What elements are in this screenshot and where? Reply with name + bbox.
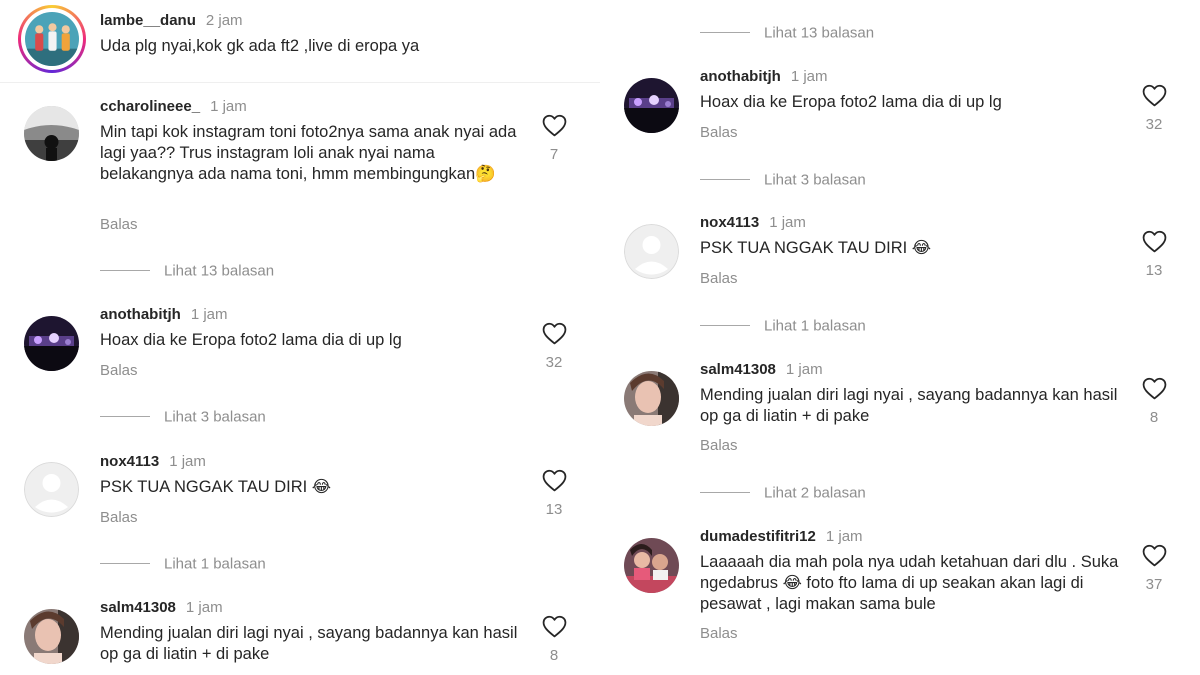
avatar: [25, 12, 79, 66]
story-ring[interactable]: [18, 5, 86, 73]
comment-text: Uda plg nyai,kok gk ada ft2 ,live di ero…: [100, 37, 420, 55]
divider: [0, 82, 600, 83]
comment-text: Hoax dia ke Eropa foto2 lama dia di up l…: [100, 331, 402, 349]
view-replies-label: Lihat 1 balasan: [764, 317, 866, 335]
heart-outline-icon[interactable]: [1142, 544, 1167, 567]
timestamp: 1 jam: [790, 68, 828, 85]
comments-panel-right: Lihat 13 balasan anothabitjh 1 jam Hoax d…: [600, 0, 1200, 675]
view-replies-button[interactable]: Lihat 13 balasan: [100, 262, 274, 282]
view-replies-label: Lihat 3 balasan: [764, 171, 866, 189]
view-replies-button[interactable]: Lihat 3 balasan: [100, 408, 266, 428]
avatar[interactable]: [624, 538, 679, 593]
username[interactable]: ccharolineee_: [100, 98, 200, 115]
like-button[interactable]: 32: [536, 322, 572, 371]
view-replies-button[interactable]: Lihat 2 balasan: [700, 484, 866, 504]
like-count: 13: [1145, 262, 1163, 279]
view-replies-button[interactable]: Lihat 1 balasan: [700, 317, 866, 337]
comment-text: PSK TUA NGGAK TAU DIRI 😂: [100, 478, 332, 496]
heart-outline-icon[interactable]: [1142, 377, 1167, 400]
timestamp: 1 jam: [769, 214, 806, 231]
reply-button[interactable]: Balas: [100, 509, 138, 526]
reply-button[interactable]: Balas: [700, 124, 738, 141]
username[interactable]: nox4113: [700, 214, 759, 231]
username[interactable]: nox4113: [100, 453, 159, 470]
like-button[interactable]: 13: [536, 469, 572, 518]
like-count: 7: [549, 146, 559, 163]
username[interactable]: anothabitjh: [100, 306, 181, 323]
like-count: 8: [549, 647, 559, 664]
comment-text: Min tapi kok instagram toni foto2nya sam…: [100, 123, 517, 183]
comment-text: Hoax dia ke Eropa foto2 lama dia di up l…: [700, 93, 1002, 111]
like-count: 13: [545, 501, 563, 518]
timestamp: 1 jam: [185, 599, 223, 616]
reply-button[interactable]: Balas: [100, 362, 138, 379]
like-button[interactable]: 37: [1136, 544, 1172, 593]
avatar[interactable]: [624, 371, 679, 426]
username[interactable]: salm41308: [700, 361, 776, 378]
heart-outline-icon[interactable]: [542, 114, 567, 137]
view-replies-button[interactable]: Lihat 13 balasan: [700, 24, 874, 44]
view-replies-label: Lihat 13 balasan: [164, 262, 275, 280]
like-count: 8: [1149, 409, 1159, 426]
like-count: 32: [545, 354, 563, 371]
view-replies-label: Lihat 1 balasan: [164, 555, 266, 573]
username[interactable]: anothabitjh: [700, 68, 781, 85]
avatar[interactable]: [624, 78, 679, 133]
reply-button[interactable]: Balas: [100, 216, 138, 233]
like-button[interactable]: 8: [536, 615, 572, 664]
timestamp: 1 jam: [210, 98, 247, 115]
view-replies-button[interactable]: Lihat 1 balasan: [100, 555, 266, 575]
heart-outline-icon[interactable]: [1142, 230, 1167, 253]
comment-text: Mending jualan diri lagi nyai , sayang b…: [700, 386, 1118, 425]
avatar[interactable]: [24, 316, 79, 371]
avatar[interactable]: [24, 609, 79, 664]
like-count: 32: [1145, 116, 1163, 133]
timestamp: 2 jam: [205, 12, 243, 29]
heart-outline-icon[interactable]: [1142, 84, 1167, 107]
comment-text: PSK TUA NGGAK TAU DIRI 😂: [700, 239, 932, 257]
view-replies-label: Lihat 13 balasan: [764, 24, 875, 42]
comment-text: Mending jualan diri lagi nyai , sayang b…: [100, 624, 518, 663]
timestamp: 1 jam: [785, 361, 823, 378]
default-avatar-icon[interactable]: [24, 462, 79, 517]
view-replies-label: Lihat 3 balasan: [164, 408, 266, 426]
comments-panel-left: lambe__danu 2 jam Uda plg nyai,kok gk ada…: [0, 0, 600, 675]
username[interactable]: salm41308: [100, 599, 176, 616]
reply-button[interactable]: Balas: [700, 437, 738, 454]
reply-button[interactable]: Balas: [700, 625, 738, 642]
comment-text: Laaaaah dia mah pola nya udah ketahuan d…: [700, 553, 1119, 613]
view-replies-label: Lihat 2 balasan: [764, 484, 866, 502]
default-avatar-icon[interactable]: [624, 224, 679, 279]
like-button[interactable]: 8: [1136, 377, 1172, 426]
username[interactable]: lambe__danu: [100, 12, 196, 29]
timestamp: 1 jam: [169, 453, 206, 470]
username[interactable]: dumadestifitri12: [700, 528, 816, 545]
like-count: 37: [1145, 576, 1163, 593]
view-replies-button[interactable]: Lihat 3 balasan: [700, 171, 866, 191]
like-button[interactable]: 7: [536, 114, 572, 163]
like-button[interactable]: 32: [1136, 84, 1172, 133]
timestamp: 1 jam: [190, 306, 228, 323]
heart-outline-icon[interactable]: [542, 322, 567, 345]
reply-button[interactable]: Balas: [700, 270, 738, 287]
heart-outline-icon[interactable]: [542, 469, 567, 492]
timestamp: 1 jam: [825, 528, 863, 545]
avatar[interactable]: [24, 106, 79, 161]
like-button[interactable]: 13: [1136, 230, 1172, 279]
heart-outline-icon[interactable]: [542, 615, 567, 638]
